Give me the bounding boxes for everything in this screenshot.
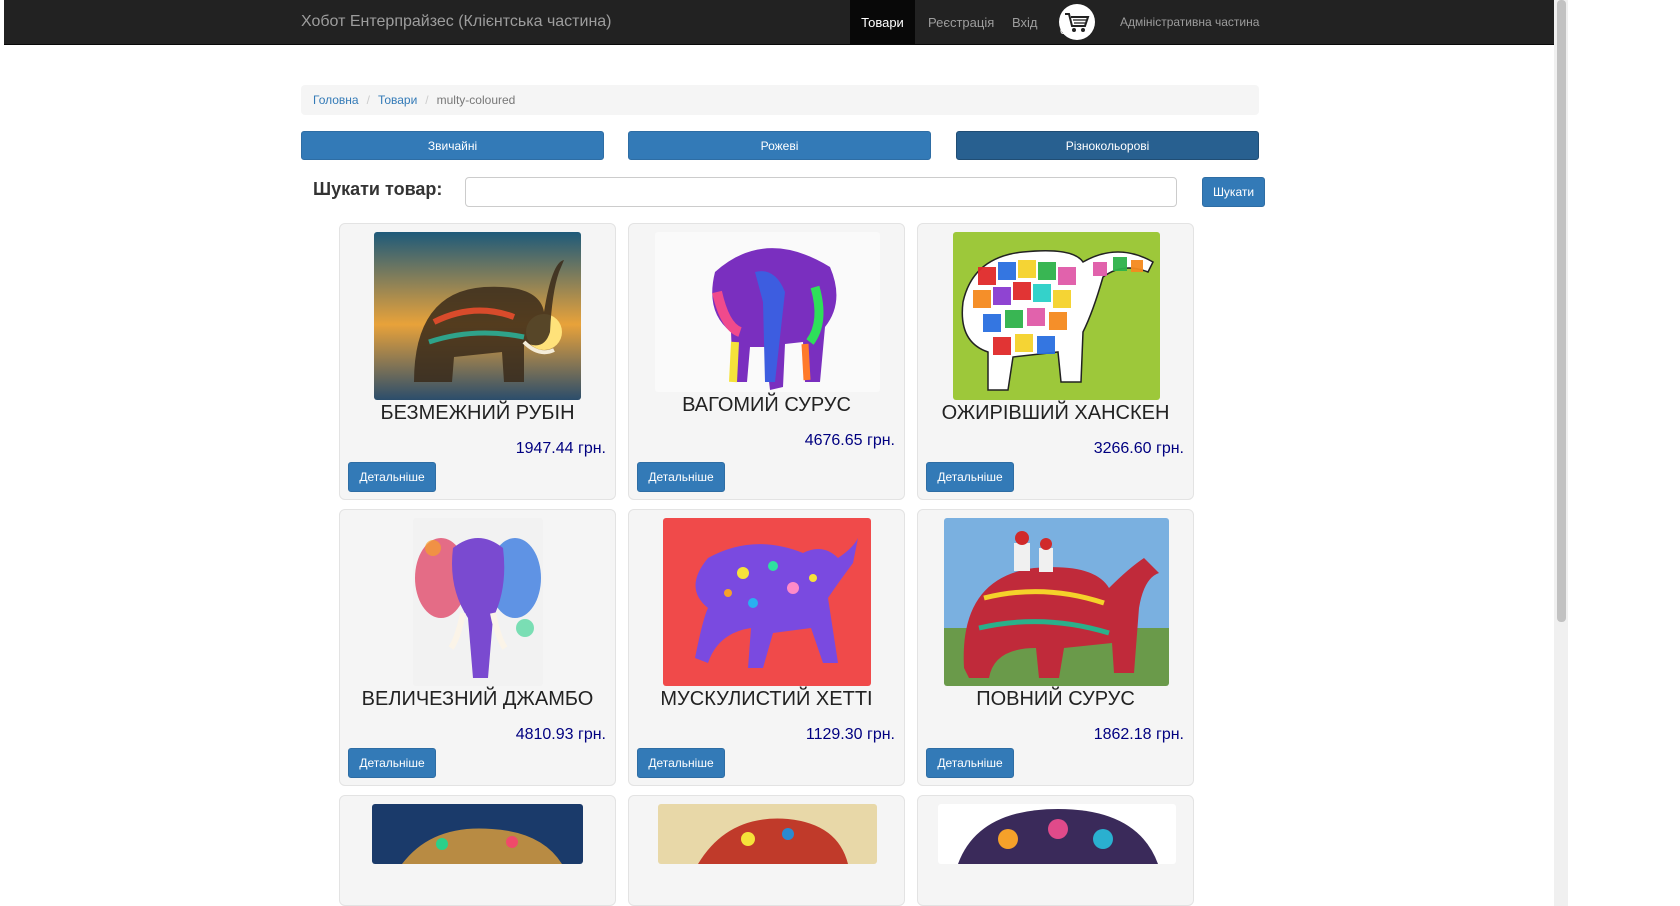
breadcrumb-current: multy-coloured [436, 93, 516, 107]
product-card: ВАГОМИЙ СУРУС 4676.65 грн. Детальніше [628, 223, 905, 500]
details-button[interactable]: Детальніше [637, 748, 725, 778]
product-image[interactable] [372, 804, 583, 864]
search-button[interactable]: Шукати [1202, 177, 1265, 207]
details-button[interactable]: Детальніше [348, 748, 436, 778]
product-price: 1947.44 грн. [515, 440, 606, 457]
details-button[interactable]: Детальніше [926, 748, 1014, 778]
product-price: 3266.60 грн. [1093, 440, 1184, 457]
breadcrumb-products[interactable]: Товари [378, 93, 417, 107]
brand-title[interactable]: Хобот Ентерпрайзес (Клієнтська частина) [301, 13, 612, 31]
page-scrollbar-thumb[interactable] [1557, 0, 1566, 622]
nav-item-registration[interactable]: Реєстрація [928, 15, 994, 30]
details-button[interactable]: Детальніше [926, 462, 1014, 492]
product-card: ОЖИРІВШИЙ ХАНСКЕН 3266.60 грн. Детальніш… [917, 223, 1194, 500]
nav-item-admin[interactable]: Адміністративна частина [1120, 15, 1259, 29]
category-pink-button[interactable]: Рожеві [628, 131, 931, 160]
product-image[interactable] [938, 804, 1176, 864]
product-image[interactable] [413, 518, 543, 686]
product-card [917, 795, 1194, 906]
product-price: 1129.30 грн. [805, 726, 895, 743]
breadcrumb-separator: / [366, 93, 370, 107]
product-card: ВЕЛИЧЕЗНИЙ ДЖАМБО 4810.93 грн. Детальніш… [339, 509, 616, 786]
details-button[interactable]: Детальніше [348, 462, 436, 492]
cart-count-badge: 0 [1060, 25, 1067, 37]
product-card: БЕЗМЕЖНИЙ РУБІН 1947.44 грн. Детальніше [339, 223, 616, 500]
product-price: 4676.65 грн. [804, 432, 895, 449]
top-navbar: Хобот Ентерпрайзес (Клієнтська частина) … [4, 0, 1554, 45]
product-image[interactable] [658, 804, 877, 864]
breadcrumb-separator: / [425, 93, 429, 107]
product-name: ВАГОМИЙ СУРУС [682, 394, 851, 416]
product-image[interactable] [944, 518, 1169, 686]
nav-item-products[interactable]: Товари [850, 0, 915, 44]
details-button[interactable]: Детальніше [637, 462, 725, 492]
product-image[interactable] [953, 232, 1160, 400]
cart-icon [1065, 13, 1090, 32]
product-image[interactable] [655, 232, 880, 392]
product-image[interactable] [374, 232, 581, 400]
search-label: Шукати товар: [313, 179, 443, 199]
breadcrumb-home[interactable]: Головна [313, 93, 359, 107]
product-card: МУСКУЛИСТИЙ ХЕТТІ 1129.30 грн. Детальніш… [628, 509, 905, 786]
product-name: МУСКУЛИСТИЙ ХЕТТІ [660, 688, 873, 710]
product-price: 1862.18 грн. [1093, 726, 1184, 743]
product-name: ОЖИРІВШИЙ ХАНСКЕН [941, 402, 1170, 424]
product-image[interactable] [663, 518, 871, 686]
breadcrumb: Головна / Товари / multy-coloured [301, 85, 1259, 115]
product-card: ПОВНИЙ СУРУС 1862.18 грн. Детальніше [917, 509, 1194, 786]
search-input[interactable] [465, 177, 1177, 207]
category-multicolored-button[interactable]: Різнокольорові [956, 131, 1259, 160]
product-name: ВЕЛИЧЕЗНИЙ ДЖАМБО [361, 688, 594, 710]
product-price: 4810.93 грн. [515, 726, 606, 743]
product-name: ПОВНИЙ СУРУС [976, 688, 1135, 710]
product-card [339, 795, 616, 906]
product-name: БЕЗМЕЖНИЙ РУБІН [380, 402, 575, 424]
nav-item-login[interactable]: Вхід [1012, 15, 1038, 30]
product-card [628, 795, 905, 906]
category-regular-button[interactable]: Звичайні [301, 131, 604, 160]
